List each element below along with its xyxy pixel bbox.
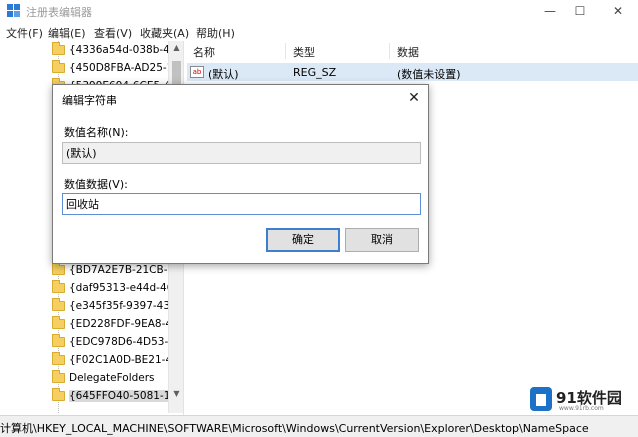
- ok-button[interactable]: 确定: [266, 228, 340, 252]
- folder-icon: [52, 370, 65, 383]
- folder-icon: [52, 352, 65, 365]
- folder-icon: [52, 298, 65, 311]
- watermark-url: www.91rb.com: [559, 405, 604, 412]
- scroll-up-icon[interactable]: ▲: [169, 41, 183, 55]
- tree-item-label: {645FFO40-5081-101: [69, 390, 184, 402]
- value-data: (数值未设置): [397, 68, 461, 81]
- value-name: (默认): [208, 68, 239, 81]
- folder-icon: [52, 388, 65, 401]
- menu-favorites[interactable]: 收藏夹(A): [140, 25, 189, 41]
- tree-item-label: DelegateFolders: [69, 372, 155, 384]
- registry-path: 计算机\HKEY_LOCAL_MACHINE\SOFTWARE\Microsof…: [0, 422, 589, 435]
- edit-string-dialog: 编辑字符串 ✕ 数值名称(N): 数值数据(V): 确定 取消: [52, 84, 429, 264]
- menu-edit[interactable]: 编辑(E): [48, 25, 86, 41]
- menu-help[interactable]: 帮助(H): [196, 25, 235, 41]
- folder-icon: [52, 262, 65, 275]
- tree-item-label: {EDC978D6-4D53-4b: [69, 336, 182, 348]
- value-name-field[interactable]: [62, 142, 421, 164]
- tree-item-label: {F02C1A0D-BE21-43: [69, 354, 179, 366]
- column-header-type[interactable]: 类型: [293, 44, 315, 60]
- scroll-down-icon[interactable]: ▼: [169, 387, 183, 401]
- column-divider[interactable]: [389, 43, 390, 59]
- value-type: REG_SZ: [293, 66, 337, 79]
- menu-view[interactable]: 查看(V): [94, 25, 132, 41]
- window-title: 注册表编辑器: [26, 6, 92, 19]
- folder-icon: [52, 280, 65, 293]
- dialog-close-button[interactable]: ✕: [403, 88, 425, 108]
- string-value-icon: ab: [190, 66, 204, 78]
- folder-icon: [52, 60, 65, 73]
- tree-item-label: {4336a54d-038b-4685: [69, 44, 184, 56]
- registry-editor-icon: [7, 4, 20, 17]
- menu-bar: 文件(F) 编辑(E) 查看(V) 收藏夹(A) 帮助(H): [0, 22, 638, 41]
- dialog-title: 编辑字符串: [62, 94, 117, 107]
- menu-file[interactable]: 文件(F): [6, 25, 43, 41]
- watermark: 91软件园 www.91rb.com: [524, 384, 636, 414]
- folder-icon: [52, 316, 65, 329]
- tree-item-label: {450D8FBA-AD25-11: [69, 62, 181, 74]
- cancel-button[interactable]: 取消: [345, 228, 419, 252]
- watermark-logo-icon: [530, 387, 552, 411]
- close-window-button[interactable]: ✕: [604, 2, 632, 20]
- maximize-button[interactable]: ☐: [566, 2, 594, 20]
- status-bar: 计算机\HKEY_LOCAL_MACHINE\SOFTWARE\Microsof…: [0, 415, 638, 437]
- column-header-name[interactable]: 名称: [193, 44, 215, 60]
- tree-item-label: {BD7A2E7B-21CB-41: [69, 264, 181, 276]
- table-row[interactable]: ab (默认) REG_SZ (数值未设置): [187, 63, 638, 81]
- tree-item-label: {daf95313-e44d-46a: [69, 282, 180, 294]
- value-data-field[interactable]: [62, 193, 421, 215]
- title-bar: 注册表编辑器 — ☐ ✕: [0, 0, 638, 22]
- folder-icon: [52, 334, 65, 347]
- minimize-button[interactable]: —: [536, 2, 564, 20]
- value-name-label: 数值名称(N):: [64, 126, 129, 139]
- column-header-data[interactable]: 数据: [397, 44, 419, 60]
- column-divider[interactable]: [285, 43, 286, 59]
- value-data-label: 数值数据(V):: [64, 178, 128, 191]
- tree-item-label: {e345f35f-9397-435c: [69, 300, 183, 312]
- folder-icon: [52, 42, 65, 55]
- tree-item-label: {ED228FDF-9EA8-48: [69, 318, 179, 330]
